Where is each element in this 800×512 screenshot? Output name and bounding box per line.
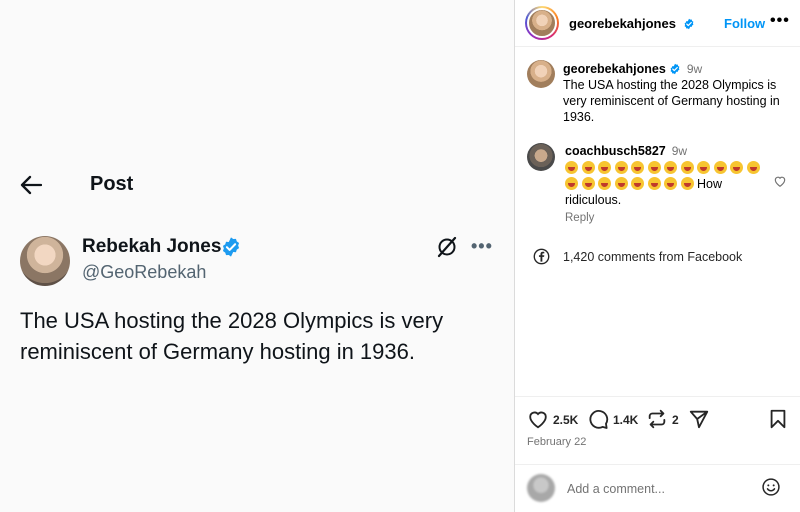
bookmark-icon (770, 409, 786, 429)
laughing-crying-emoji-icon (581, 177, 595, 190)
laughing-crying-emoji-icon (647, 177, 661, 190)
post-date: February 22 (527, 436, 587, 448)
repost-count: 2 (672, 413, 679, 427)
laughing-crying-emoji-icon (746, 161, 760, 174)
share-button[interactable] (688, 408, 710, 430)
laughing-crying-emoji-icon (664, 161, 677, 174)
laughing-crying-emoji-icon (614, 161, 628, 174)
comment-button[interactable] (587, 408, 609, 430)
save-button[interactable] (767, 408, 789, 430)
laughing-crying-emoji-icon (680, 177, 694, 190)
caption-time: 9w (686, 62, 703, 76)
facebook-comments-link[interactable]: 1,420 comments from Facebook (563, 250, 742, 264)
header-divider (515, 46, 800, 47)
repost-icon (648, 409, 666, 429)
add-comment-divider (515, 464, 800, 465)
laughing-crying-emoji-icon (713, 161, 727, 174)
comment: coachbusch5827 9w How ridiculous. (565, 143, 770, 208)
verified-badge-icon (684, 18, 693, 30)
laughing-crying-emoji-icon (565, 177, 578, 190)
header-username[interactable]: georebekahjones (569, 16, 676, 31)
grok-icon (437, 236, 457, 258)
laughing-emoji-group (565, 161, 763, 191)
verified-badge-icon (222, 237, 240, 257)
more-options-icon: ••• (471, 236, 493, 256)
follow-button[interactable]: Follow (724, 16, 765, 31)
comment-username[interactable]: coachbusch5827 (565, 144, 666, 158)
laughing-crying-emoji-icon (697, 161, 710, 174)
instagram-side-panel: georebekahjones Follow ••• georebekahjon… (515, 0, 800, 512)
laughing-crying-emoji-icon (647, 161, 661, 174)
actions-divider (515, 396, 800, 397)
caption: georebekahjones 9w The USA hosting the 2… (563, 61, 791, 125)
laughing-crying-emoji-icon (680, 161, 694, 174)
current-user-avatar (527, 474, 555, 502)
comment-icon (589, 410, 609, 429)
heart-icon[interactable] (773, 174, 787, 188)
laughing-crying-emoji-icon (664, 177, 677, 190)
like-button[interactable] (527, 408, 549, 430)
comment-avatar[interactable] (527, 143, 555, 171)
like-count: 2.5K (553, 413, 579, 427)
verified-badge-icon (670, 63, 680, 75)
repost-button[interactable] (646, 408, 668, 430)
profile-avatar[interactable] (525, 6, 559, 40)
laughing-crying-emoji-icon (598, 177, 611, 190)
caption-text: The USA hosting the 2028 Olympics is ver… (563, 78, 780, 124)
laughing-crying-emoji-icon (614, 177, 628, 190)
more-options-icon[interactable]: ••• (770, 12, 790, 30)
back-arrow-icon (20, 175, 42, 195)
laughing-crying-emoji-icon (730, 161, 743, 174)
emoji-picker-icon[interactable] (761, 477, 781, 497)
header-username-link[interactable]: georebekahjones (569, 16, 695, 31)
post-image: Post Rebekah Jones @GeoRebekah ••• The U… (0, 0, 514, 512)
tweet-handle: @GeoRebekah (82, 262, 207, 282)
facebook-icon (533, 248, 550, 265)
tweet-avatar (20, 236, 70, 286)
heart-icon (529, 411, 547, 429)
add-comment-input[interactable] (565, 478, 749, 500)
tweet-text: The USA hosting the 2028 Olympics is ver… (20, 308, 444, 364)
comment-time: 9w (671, 144, 688, 158)
post-header-title: Post (90, 173, 134, 195)
caption-username[interactable]: georebekahjones (563, 62, 666, 76)
laughing-crying-emoji-icon (565, 161, 578, 174)
comment-body: How ridiculous. (565, 160, 770, 208)
laughing-crying-emoji-icon (631, 161, 644, 174)
caption-avatar[interactable] (527, 60, 555, 88)
laughing-crying-emoji-icon (581, 161, 595, 174)
laughing-crying-emoji-icon (598, 161, 611, 174)
reply-button[interactable]: Reply (565, 212, 594, 224)
send-icon (689, 410, 709, 429)
comment-count: 1.4K (613, 413, 639, 427)
laughing-crying-emoji-icon (631, 177, 644, 190)
avatar-image (527, 8, 557, 38)
tweet-display-name: Rebekah Jones (82, 236, 222, 257)
